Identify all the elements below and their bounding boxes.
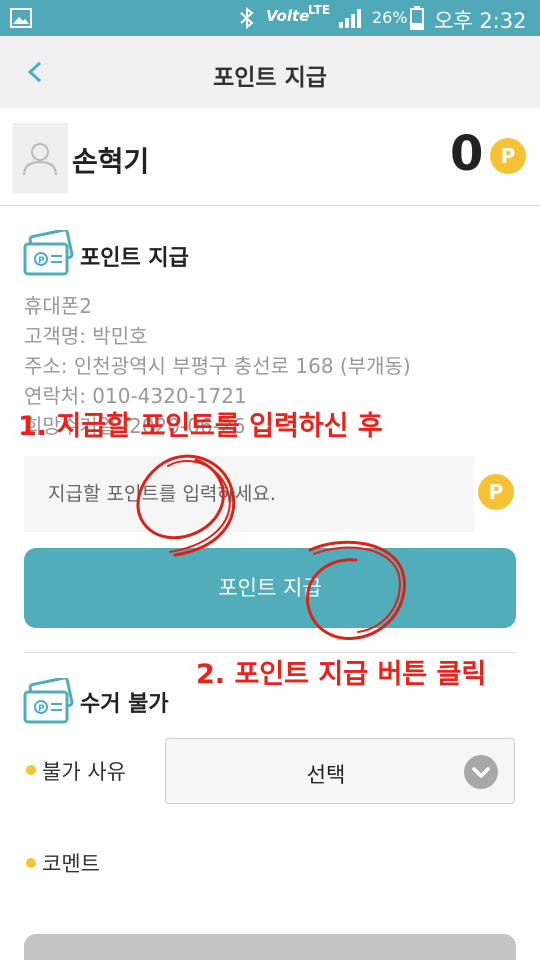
bluetooth-icon	[240, 6, 254, 30]
page-title: 포인트 지급	[213, 65, 327, 91]
user-name: 손혁기	[72, 145, 150, 178]
product-name: 휴대폰2	[24, 294, 92, 318]
point-coin-icon: P	[478, 474, 514, 510]
volte-indicator: Volte	[266, 7, 310, 25]
app-header: 포인트 지급	[0, 36, 540, 108]
point-coin-icon: P	[490, 138, 526, 174]
point-card-icon: P	[23, 678, 74, 724]
svg-text:P: P	[38, 704, 45, 714]
point-card-icon: P	[23, 230, 74, 276]
payment-section-title: 포인트 지급	[80, 246, 189, 271]
bullet-dot	[26, 765, 36, 775]
instruction-step-1: 1. 지급할 포인트를 입력하신 후	[18, 411, 383, 442]
bullet-dot	[26, 858, 36, 868]
reason-select[interactable]: 선택	[165, 738, 515, 804]
user-icon	[23, 143, 57, 176]
svg-text:P: P	[38, 256, 45, 266]
reason-selected-value: 선택	[306, 763, 346, 787]
rejection-section-title: 수거 불가	[80, 692, 169, 717]
gallery-icon	[10, 8, 32, 28]
battery-percent: 26%	[372, 8, 408, 27]
chevron-down-icon	[464, 755, 498, 789]
signal-icon	[339, 9, 361, 28]
clock: 오후 2:32	[434, 9, 527, 33]
avatar	[13, 123, 68, 193]
status-bar: Volte LTE 26% 오후 2:32	[0, 0, 540, 36]
comment-label: 코멘트	[42, 852, 100, 876]
user-summary: 손혁기 0	[0, 108, 540, 206]
instruction-step-2: 2. 포인트 지급 버튼 클릭	[196, 659, 487, 690]
customer-address: 주소: 인천광역시 부평구 충선로 168 (부개동)	[24, 354, 411, 378]
battery-icon	[410, 6, 424, 30]
reason-label: 불가 사유	[42, 760, 126, 784]
reject-submit-button[interactable]	[24, 934, 516, 960]
point-balance: 0	[450, 126, 484, 182]
lte-indicator: LTE	[308, 3, 331, 17]
pay-points-button[interactable]: 포인트 지급	[24, 548, 516, 628]
customer-name: 고객명: 박민호	[24, 324, 148, 348]
point-amount-input[interactable]	[24, 456, 474, 532]
